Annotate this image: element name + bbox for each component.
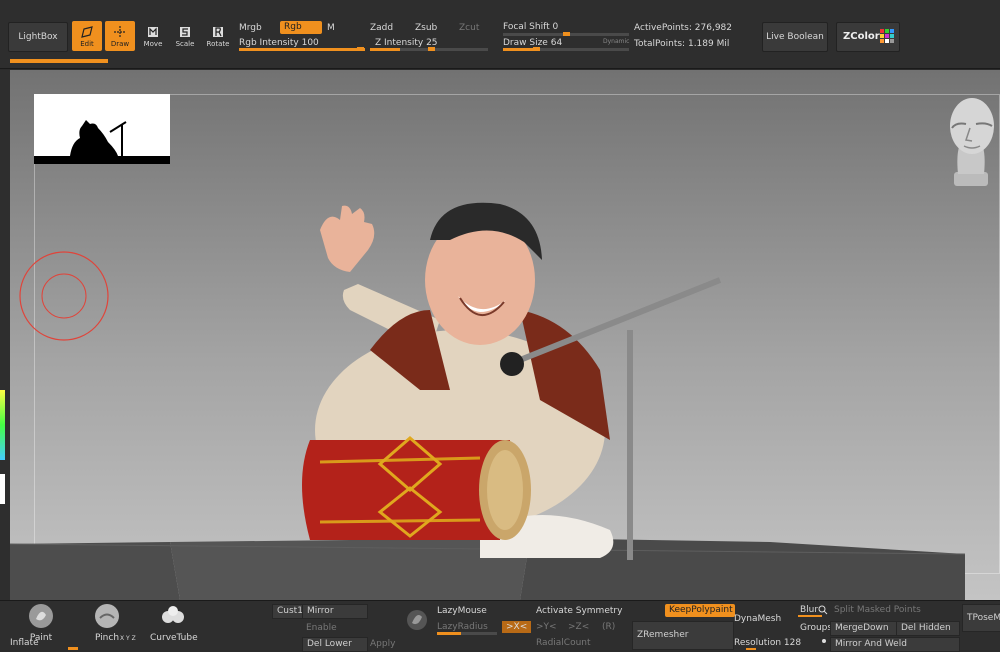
symmetry-x-toggle[interactable]: >X< [502, 621, 532, 633]
apply-button[interactable]: Apply [370, 639, 395, 649]
canvas-viewport[interactable] [10, 70, 1000, 600]
focal-shift-value: 0 [552, 22, 559, 32]
resolution-slider[interactable] [746, 648, 756, 650]
draw-button[interactable]: Draw [105, 21, 135, 51]
xyz-toggle[interactable]: X Y Z [120, 635, 136, 642]
zsub-toggle[interactable]: Zsub [415, 23, 437, 33]
rgb-intensity-label[interactable]: Rgb Intensity 100 [239, 38, 319, 48]
main-color-swatch[interactable] [0, 474, 5, 504]
draw-size-value: 64 [550, 38, 563, 48]
zremesher-button[interactable]: ZRemesher [632, 621, 734, 650]
split-masked-points-button[interactable]: Split Masked Points [834, 605, 921, 615]
brush-cursor [19, 251, 109, 341]
top-toolbar: LightBox Edit Draw Move Scale Rotate Mrg… [0, 0, 1000, 69]
total-points-label: TotalPoints: [634, 39, 686, 49]
scale-button[interactable]: Scale [170, 21, 200, 51]
navigation-head-icon[interactable] [940, 94, 1000, 190]
dynamic-toggle[interactable]: Dynamic [603, 38, 629, 45]
zcut-toggle[interactable]: Zcut [459, 23, 479, 33]
total-points: TotalPoints: 1.189 Mil [634, 39, 729, 49]
mergedown-button[interactable]: MergeDown [830, 621, 900, 636]
move-button[interactable]: Move [138, 21, 168, 51]
active-points-value: 276,982 [694, 23, 733, 33]
radialcount-slider[interactable]: RadialCount [536, 638, 591, 648]
m-toggle[interactable]: M [327, 23, 335, 33]
progress-bar [10, 59, 108, 63]
active-points-label: ActivePoints: [634, 23, 692, 33]
rgb-intensity-slider[interactable] [239, 47, 365, 51]
lazyradius-slider[interactable] [437, 632, 497, 635]
groups-dot-icon [822, 639, 826, 643]
tposeme-button[interactable]: TPoseMe [962, 604, 1000, 632]
color-swatch-icon [880, 29, 894, 43]
symmetry-y-toggle[interactable]: >Y< [536, 622, 557, 632]
rotate-button[interactable]: Rotate [203, 21, 233, 51]
scale-label: Scale [175, 39, 195, 48]
scale-icon [180, 26, 190, 37]
sculpt-model[interactable] [280, 200, 740, 560]
mirror-button[interactable]: Mirror [302, 604, 368, 619]
zcolor-button[interactable]: ZColor [836, 22, 900, 52]
activate-symmetry-button[interactable]: Activate Symmetry [536, 606, 622, 616]
focal-shift-text: Focal Shift [503, 22, 550, 32]
pinch-brush-icon [95, 604, 119, 628]
zadd-toggle[interactable]: Zadd [370, 23, 393, 33]
blur-slider[interactable]: Blur [800, 605, 818, 615]
move-icon [148, 26, 158, 37]
edit-button[interactable]: Edit [72, 21, 102, 51]
lazymouse-toggle[interactable]: LazyMouse [437, 606, 487, 616]
curvetube-brush-icon [162, 606, 184, 623]
color-picker-strip[interactable] [0, 390, 5, 460]
mrgb-toggle[interactable]: Mrgb [239, 23, 262, 33]
zcolor-label: ZColor [843, 31, 880, 42]
bottom-toolbar: Paint Pinch CurveTube Inflate X Y Z Cust… [0, 600, 1000, 652]
lightbox-button[interactable]: LightBox [8, 22, 68, 52]
total-points-value: 1.189 Mil [687, 39, 730, 49]
search-icon [818, 605, 828, 615]
rotate-icon [213, 26, 223, 37]
silhouette-thumbnail [34, 94, 170, 164]
edit-label: Edit [80, 39, 94, 48]
del-hidden-button[interactable]: Del Hidden [896, 621, 960, 636]
edit-icon [81, 25, 93, 38]
left-tray [0, 70, 10, 600]
paint-brush-icon [29, 604, 53, 628]
symmetry-z-toggle[interactable]: >Z< [568, 622, 589, 632]
focal-shift-label[interactable]: Focal Shift 0 [503, 22, 558, 32]
mirror-and-weld-button[interactable]: Mirror And Weld [830, 637, 960, 652]
focal-shift-slider[interactable] [503, 32, 629, 36]
paint-brush-button[interactable]: Paint [24, 603, 58, 643]
groups-toggle[interactable]: Groups [800, 623, 832, 633]
dynamesh-button[interactable]: DynaMesh [734, 614, 781, 624]
z-intensity-text: Z Intensity [375, 38, 424, 48]
del-lower-button[interactable]: Del Lower [302, 637, 368, 652]
symmetry-radial-toggle[interactable]: (R) [602, 622, 615, 632]
active-points: ActivePoints: 276,982 [634, 23, 732, 33]
enable-button[interactable]: Enable [306, 623, 337, 633]
rgb-toggle[interactable]: Rgb [280, 21, 322, 34]
live-boolean-button[interactable]: Live Boolean [762, 22, 828, 52]
keeppolypaint-toggle[interactable]: KeepPolypaint [665, 604, 735, 617]
blur-slider-fill [798, 615, 822, 617]
draw-size-slider[interactable] [503, 47, 629, 51]
draw-icon [114, 25, 126, 38]
rgb-intensity-value: 100 [301, 38, 319, 48]
inflate-brush-label[interactable]: Inflate [10, 638, 39, 648]
resolution-text: Resolution [734, 638, 782, 648]
resolution-value: 128 [783, 638, 802, 648]
lazyradius-label[interactable]: LazyRadius [437, 622, 488, 632]
draw-label: Draw [110, 39, 130, 48]
move-label: Move [143, 39, 163, 48]
rotate-label: Rotate [206, 39, 230, 48]
pinch-brush-button[interactable]: Pinch [90, 603, 124, 643]
resolution-label[interactable]: Resolution 128 [734, 638, 801, 648]
rgb-intensity-text: Rgb Intensity [239, 38, 299, 48]
pinch-label: Pinch [94, 633, 120, 643]
lazymouse-icon [407, 610, 427, 630]
z-intensity-slider[interactable] [370, 47, 488, 51]
curvetube-brush-button[interactable]: CurveTube [150, 603, 198, 643]
curvetube-label: CurveTube [150, 633, 198, 643]
draw-size-text: Draw Size [503, 38, 548, 48]
